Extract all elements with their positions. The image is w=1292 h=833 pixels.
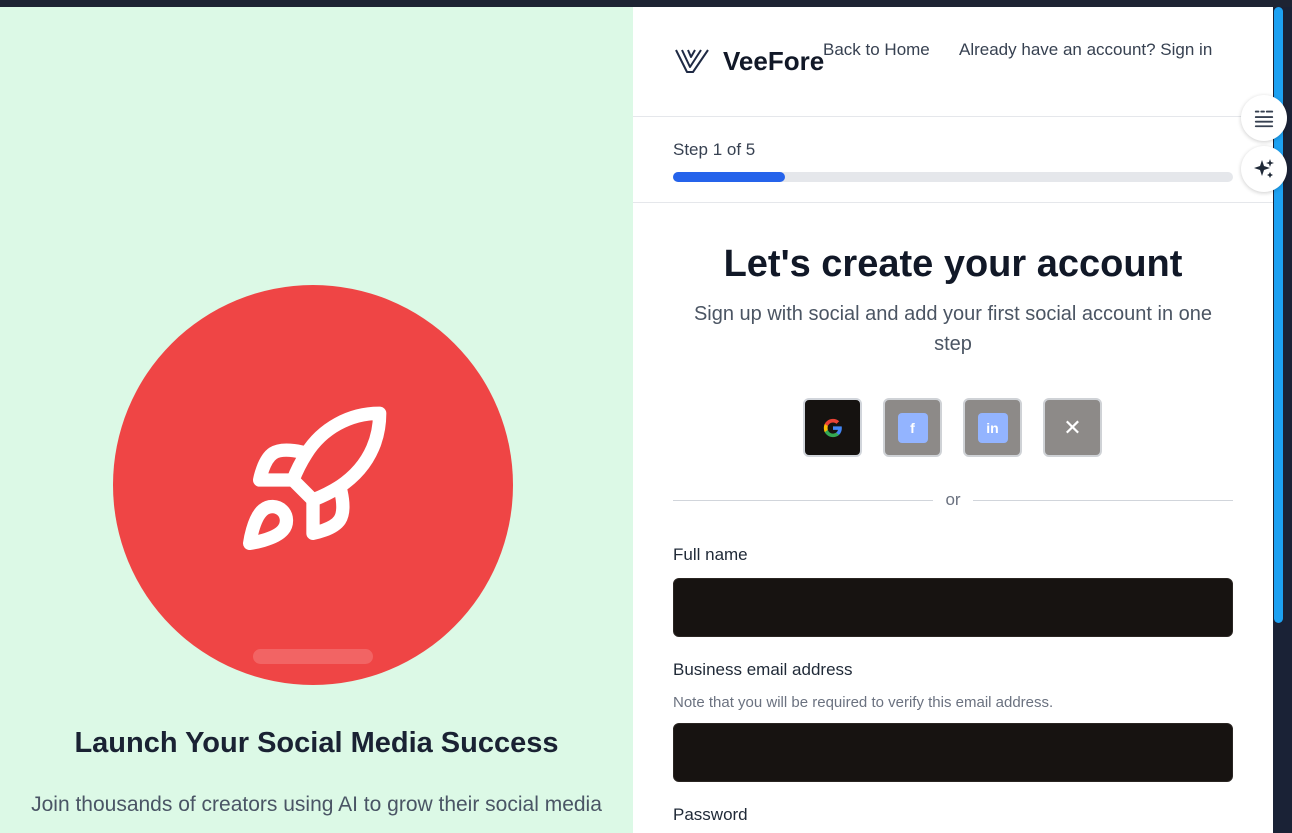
divider-or: or <box>945 490 961 509</box>
google-icon <box>823 418 842 437</box>
quote-list-icon <box>1254 110 1274 128</box>
page-title: Let's create your account <box>723 243 1183 285</box>
rocket-icon <box>243 406 387 550</box>
divider-left <box>673 500 933 501</box>
page-subtitle: Sign up with social and add your first s… <box>693 303 1213 355</box>
linkedin-icon: in <box>977 412 1008 443</box>
top-bar <box>0 0 1292 7</box>
hero-subtitle: Join thousands of creators using AI to g… <box>31 793 602 816</box>
google-signup-button[interactable] <box>803 398 862 457</box>
step-indicator: Step 1 of 5 <box>673 140 756 159</box>
sign-in-link[interactable]: Already have an account? Sign in <box>959 37 1229 62</box>
progress-section: Step 1 of 5 <box>633 117 1273 203</box>
brand-name: VeeFore <box>723 46 825 76</box>
signup-panel: VeeFore Back to Home Already have an acc… <box>633 7 1273 833</box>
hero-indicator <box>253 649 373 664</box>
back-to-home-link[interactable]: Back to Home <box>823 37 933 62</box>
ai-assistant-button[interactable] <box>1241 146 1287 192</box>
full-name-label: Full name <box>673 545 748 564</box>
hero-panel: Launch Your Social Media Success Join th… <box>0 7 633 833</box>
email-label: Business email address <box>673 660 853 679</box>
sparkles-icon <box>1254 159 1274 178</box>
progress-fill <box>673 172 785 182</box>
full-name-input[interactable] <box>673 578 1233 637</box>
x-signup-button[interactable]: ✕ <box>1043 398 1102 457</box>
hero-title: Launch Your Social Media Success <box>74 727 559 759</box>
veefore-logo-icon <box>675 49 709 73</box>
facebook-signup-button[interactable]: f <box>883 398 942 457</box>
x-icon: ✕ <box>1063 414 1082 440</box>
progress-track <box>673 172 1233 182</box>
hero-circle <box>113 285 513 685</box>
linkedin-signup-button[interactable]: in <box>963 398 1022 457</box>
email-hint: Note that you will be required to verify… <box>673 694 1054 711</box>
reader-mode-button[interactable] <box>1241 95 1287 141</box>
facebook-icon: f <box>897 412 928 443</box>
email-input[interactable] <box>673 723 1233 782</box>
signup-header: VeeFore Back to Home Already have an acc… <box>633 7 1273 117</box>
divider-right <box>973 500 1233 501</box>
password-label: Password <box>673 805 748 824</box>
